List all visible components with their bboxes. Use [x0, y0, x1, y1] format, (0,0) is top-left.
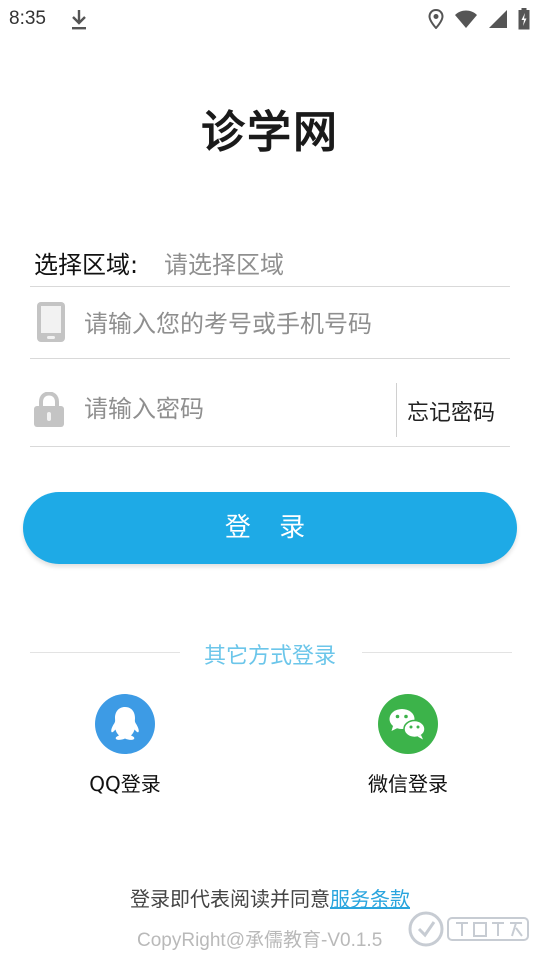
other-methods-title: 其它方式登录: [203, 644, 336, 669]
wifi-icon: [455, 10, 477, 28]
forgot-password-link[interactable]: 忘记密码: [407, 395, 495, 427]
signal-icon: [489, 10, 507, 28]
lock-icon: [34, 392, 64, 427]
qq-login-label: QQ登录: [89, 772, 161, 796]
region-select[interactable]: 请选择区域: [164, 245, 284, 280]
account-input[interactable]: [84, 307, 504, 341]
watermark-logo: [408, 911, 529, 947]
phone-icon: [37, 302, 65, 342]
status-bar: 8:35: [0, 0, 540, 40]
app-title: 诊学网: [201, 107, 339, 158]
password-input[interactable]: [84, 392, 384, 426]
download-icon: [72, 10, 86, 30]
terms-link[interactable]: 服务条款: [330, 887, 410, 911]
wechat-login-label: 微信登录: [368, 772, 448, 796]
location-icon: [428, 9, 444, 29]
qq-login-button[interactable]: QQ登录: [45, 694, 205, 797]
status-time: 8:35: [9, 8, 46, 29]
qq-icon: [95, 694, 155, 754]
agreement-prefix: 登录即代表阅读并同意: [130, 887, 330, 911]
divider-right: [362, 652, 512, 653]
region-row: 选择区域: 请选择区域: [30, 236, 510, 287]
status-icons: [428, 7, 530, 31]
divider: [396, 383, 397, 437]
login-button[interactable]: 登 录: [23, 492, 517, 564]
copyright-text: CopyRight@承儒教育-V0.1.5: [137, 930, 383, 951]
region-label: 选择区域:: [34, 251, 139, 279]
battery-charging-icon: [518, 8, 530, 30]
phone-row: [30, 287, 510, 359]
wechat-icon: [378, 694, 438, 754]
password-row: 忘记密码: [30, 359, 510, 447]
wechat-login-button[interactable]: 微信登录: [328, 694, 488, 797]
